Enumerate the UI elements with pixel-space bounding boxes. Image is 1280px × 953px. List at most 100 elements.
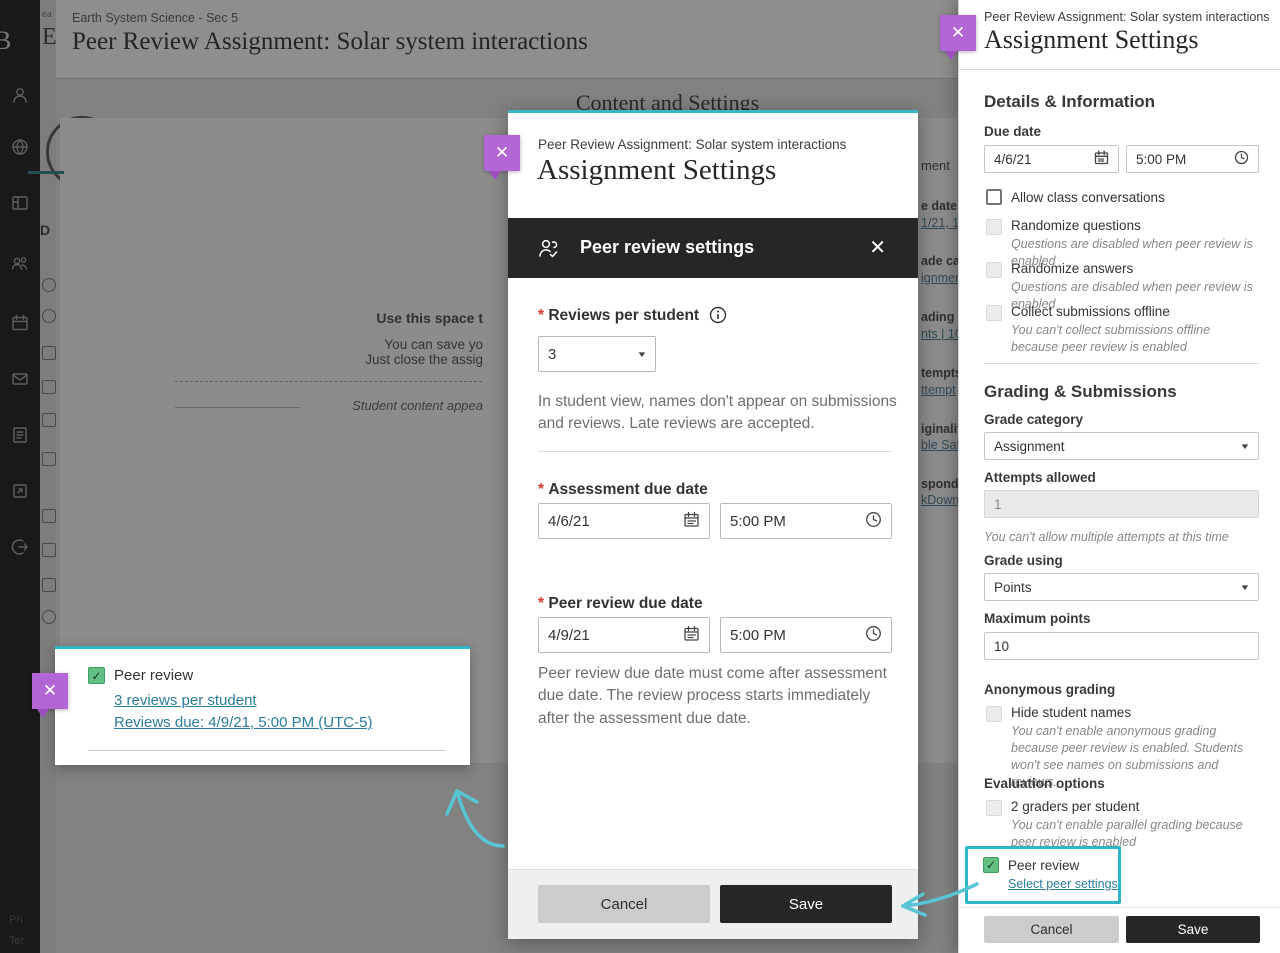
panel-footer-divider (959, 907, 1280, 908)
evaluation-heading: Evaluation options (984, 776, 1105, 791)
groups-icon[interactable] (11, 254, 29, 272)
calendar-icon[interactable] (11, 314, 29, 332)
rail-copy-icon (42, 543, 56, 557)
attempts-note: You can't allow multiple attempts at thi… (984, 529, 1254, 546)
divider (984, 363, 1259, 364)
sidebar-footer-link[interactable]: Ter (9, 935, 24, 947)
panel-close-tab[interactable]: ✕ (940, 15, 976, 51)
panel-context: Peer Review Assignment: Solar system int… (984, 10, 1270, 24)
required-asterisk: * (538, 595, 544, 612)
allow-conversations-label: Allow class conversations (1011, 190, 1165, 205)
reviews-due-link[interactable]: Reviews due: 4/9/21, 5:00 PM (UTC-5) (114, 714, 372, 731)
cancel-button[interactable]: Cancel (538, 885, 710, 923)
save-button[interactable]: Save (720, 885, 892, 923)
chevron-down-icon: ▼ (1239, 583, 1250, 592)
callout-peer-review-label: Peer review (114, 667, 193, 684)
anonymous-heading: Anonymous grading (984, 682, 1115, 697)
due-time-field[interactable]: 5:00 PM (1126, 145, 1259, 173)
bg-rf-label: ading (921, 310, 954, 324)
due-date-field[interactable]: 4/6/21 (984, 145, 1119, 173)
rail-code-icon (42, 380, 56, 394)
max-points-input[interactable]: 10 (984, 632, 1259, 660)
peer-review-settings-modal: ✕ Peer Review Assignment: Solar system i… (508, 110, 918, 938)
randomize-questions-label: Randomize questions (1011, 218, 1141, 233)
rail-announce-icon (42, 452, 56, 466)
calendar-icon (683, 511, 700, 532)
bg-fragment-save1: You can save yo (283, 337, 483, 352)
details-heading: Details & Information (984, 92, 1155, 112)
page-header: Earth System Science - Sec 5 Peer Review… (56, 0, 960, 79)
check-icon: ✓ (986, 858, 996, 872)
grade-using-select[interactable]: Points ▼ (984, 573, 1259, 601)
bg-rf-link: ble Saf (921, 438, 960, 452)
check-icon: ✓ (91, 669, 101, 683)
rail-clipboard-icon (42, 413, 56, 427)
close-icon: ✕ (495, 143, 509, 162)
rail-eye-icon (42, 610, 56, 624)
globe-icon[interactable] (11, 138, 29, 156)
page-title: Peer Review Assignment: Solar system int… (72, 28, 588, 56)
assessment-due-label: * Assessment due date (538, 481, 708, 499)
peer-review-label: Peer review (1008, 858, 1079, 873)
tab-tail (37, 709, 49, 718)
app-logo: B (0, 26, 11, 56)
assessment-time-field[interactable]: 5:00 PM (720, 503, 892, 539)
allow-conversations-checkbox[interactable] (986, 189, 1002, 205)
bg-fragment-course: ea (42, 8, 52, 20)
peer-time-field[interactable]: 5:00 PM (720, 617, 892, 653)
hide-names-label: Hide student names (1011, 705, 1131, 720)
messages-icon[interactable] (11, 370, 29, 388)
peer-date-field[interactable]: 4/9/21 (538, 617, 710, 653)
select-peer-settings-link[interactable]: Select peer settings (1008, 877, 1118, 891)
randomize-questions-checkbox (986, 219, 1002, 235)
grade-category-select[interactable]: Assignment ▼ (984, 432, 1259, 460)
reviews-per-student-select[interactable]: 3 ▼ (538, 336, 656, 372)
reviews-per-student-label: * Reviews per student (538, 306, 727, 329)
info-icon[interactable] (709, 306, 727, 329)
clock-icon (865, 511, 882, 532)
modal-bar-close-icon[interactable]: ✕ (869, 235, 886, 260)
randomize-answers-label: Randomize answers (1011, 261, 1133, 276)
reviews-note: In student view, names don't appear on s… (538, 391, 900, 436)
signout-icon[interactable] (11, 538, 29, 556)
peer-review-icon (537, 236, 562, 266)
gradebook-icon[interactable] (11, 426, 29, 444)
content-icon[interactable] (11, 482, 29, 500)
chevron-down-icon: ▼ (636, 350, 647, 359)
required-asterisk: * (538, 481, 544, 498)
bg-rf-link: ignmen (921, 271, 962, 285)
peer-review-callout: ✕ ✓ Peer review 3 reviews per student Re… (55, 646, 470, 765)
collect-offline-checkbox (986, 305, 1002, 321)
activity-icon[interactable] (11, 194, 29, 212)
panel-cancel-button[interactable]: Cancel (984, 916, 1119, 943)
callout-close-tab[interactable]: ✕ (32, 673, 68, 709)
bg-rf-label: tempts (921, 366, 962, 380)
bg-rf-link: kDown (921, 493, 959, 507)
peer-review-highlight-box: ✓ Peer review Select peer settings (965, 846, 1121, 904)
two-graders-checkbox (986, 800, 1002, 816)
calendar-icon (683, 625, 700, 646)
hide-names-checkbox (986, 706, 1002, 722)
max-points-label: Maximum points (984, 611, 1091, 626)
close-icon: ✕ (951, 23, 965, 42)
bg-rf-label: e date (921, 199, 957, 213)
randomize-answers-checkbox (986, 262, 1002, 278)
bg-fragment-use-space: Use this space t (283, 310, 483, 326)
bg-fragment-title-letter: E (42, 24, 57, 51)
peer-due-label: * Peer review due date (538, 595, 703, 613)
attempts-label: Attempts allowed (984, 470, 1096, 485)
modal-close-tab[interactable]: ✕ (484, 135, 520, 171)
callout-peer-review-checkbox[interactable]: ✓ (88, 667, 105, 684)
grading-heading: Grading & Submissions (984, 382, 1177, 402)
panel-save-button[interactable]: Save (1126, 916, 1260, 943)
modal-bar-title: Peer review settings (580, 237, 754, 258)
divider (88, 750, 445, 751)
profile-icon[interactable] (11, 86, 29, 104)
chevron-down-icon: ▼ (1239, 442, 1250, 451)
sidebar-footer-link[interactable]: Pri (9, 914, 22, 926)
bg-fragment-d: D (40, 222, 50, 238)
reviews-per-student-link[interactable]: 3 reviews per student (114, 692, 257, 709)
peer-review-checkbox[interactable]: ✓ (983, 857, 999, 873)
assessment-date-field[interactable]: 4/6/21 (538, 503, 710, 539)
collect-offline-note: You can't collect submissions offline be… (1011, 322, 1243, 356)
